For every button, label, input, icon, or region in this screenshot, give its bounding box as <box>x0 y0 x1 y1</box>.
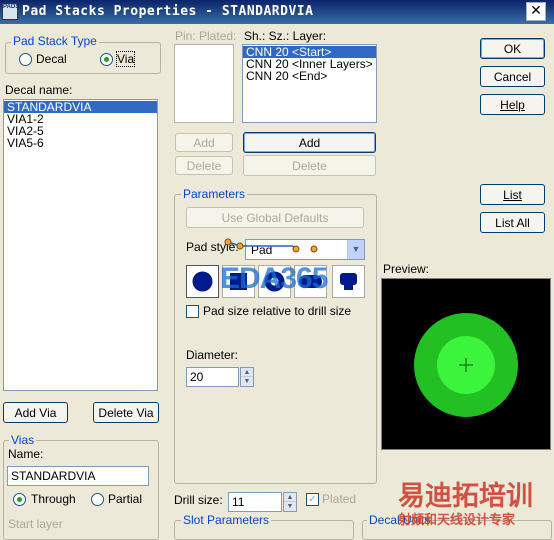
layers-list[interactable]: CNN 20 <Start> CNN 20 <Inner Layers> CNN… <box>242 44 377 123</box>
decal-radio-label[interactable]: Decal <box>36 52 67 66</box>
pad-relative-checkbox[interactable] <box>186 305 199 318</box>
eda365-watermark: EDA365 <box>220 262 328 295</box>
cancel-button[interactable]: Cancel <box>480 66 545 87</box>
pad-relative-label[interactable]: Pad size relative to drill size <box>203 304 351 318</box>
preview-label: Preview: <box>383 262 430 276</box>
start-layer-label: Start layer <box>8 517 63 531</box>
diameter-label: Diameter: <box>186 348 239 362</box>
help-button[interactable]: Help <box>480 94 545 115</box>
layer-add-button[interactable]: Add <box>243 132 376 153</box>
pin-list[interactable] <box>174 44 234 123</box>
cn-sub-watermark: 射频和天线设计专家 <box>398 513 516 528</box>
delete-via-button[interactable]: Delete Via <box>93 402 159 423</box>
via-preview-graphic <box>414 313 518 417</box>
partial-radio[interactable] <box>91 493 104 506</box>
list-all-button[interactable]: List All <box>480 212 545 233</box>
drill-size-label: Drill size: <box>174 493 223 507</box>
connector-decoration <box>224 238 318 253</box>
add-via-button[interactable]: Add Via <box>3 402 68 423</box>
parameters-label: Parameters <box>181 187 248 201</box>
pin-delete-button[interactable]: Delete <box>175 156 233 175</box>
decal-radio[interactable] <box>19 53 32 66</box>
via-name-label: Name: <box>8 447 44 461</box>
list-item[interactable]: CNN 20 <End> <box>243 70 376 82</box>
chevron-down-icon[interactable]: ▼ <box>347 240 364 259</box>
pin-add-button[interactable]: Add <box>175 133 233 152</box>
pin-plated-header: Pin: Plated: <box>175 29 237 43</box>
via-name-input[interactable]: STANDARDVIA <box>7 466 149 486</box>
via-radio[interactable] <box>100 53 113 66</box>
app-icon: PADS <box>2 3 19 20</box>
list-item[interactable]: VIA5-6 <box>4 137 157 149</box>
plated-checkbox[interactable]: ✓ <box>306 493 319 506</box>
close-button[interactable]: ✕ <box>526 2 546 21</box>
plated-label: Plated <box>322 492 357 506</box>
drill-size-input[interactable]: 11 <box>228 492 282 512</box>
list-button-label: List <box>503 187 522 202</box>
window-title: Pad Stacks Properties - STANDARDVIA <box>22 4 314 19</box>
through-radio[interactable] <box>13 493 26 506</box>
ok-button[interactable]: OK <box>480 38 545 59</box>
list-button[interactable]: List <box>480 184 545 205</box>
pad-stack-type-label: Pad Stack Type <box>11 34 99 48</box>
decal-name-label: Decal name: <box>5 83 73 97</box>
cn-brand-watermark: 易迪拓培训 <box>398 481 533 512</box>
title-bar: PADS Pad Stacks Properties - STANDARDVIA… <box>0 0 554 24</box>
layer-delete-button[interactable]: Delete <box>243 155 376 176</box>
preview-canvas <box>381 278 551 450</box>
drill-size-stepper[interactable]: ▲ ▼ <box>283 492 297 512</box>
layers-header: Sh.: Sz.: Layer: <box>244 29 327 43</box>
vias-label: Vias <box>9 433 37 447</box>
use-global-defaults-button[interactable]: Use Global Defaults <box>186 207 364 228</box>
through-radio-label[interactable]: Through <box>31 492 76 506</box>
decal-name-list[interactable]: STANDARDVIA VIA1-2 VIA2-5 VIA5-6 <box>3 99 158 391</box>
partial-radio-label[interactable]: Partial <box>108 492 142 506</box>
slot-parameters-label: Slot Parameters <box>181 513 272 527</box>
diameter-stepper[interactable]: ▲ ▼ <box>240 367 254 387</box>
diameter-input[interactable]: 20 <box>186 367 239 387</box>
round-pad-icon[interactable] <box>186 265 219 298</box>
via-radio-label[interactable]: Via <box>115 51 136 67</box>
thermal-pad-icon[interactable] <box>332 265 365 298</box>
help-button-label: Help <box>500 97 525 112</box>
